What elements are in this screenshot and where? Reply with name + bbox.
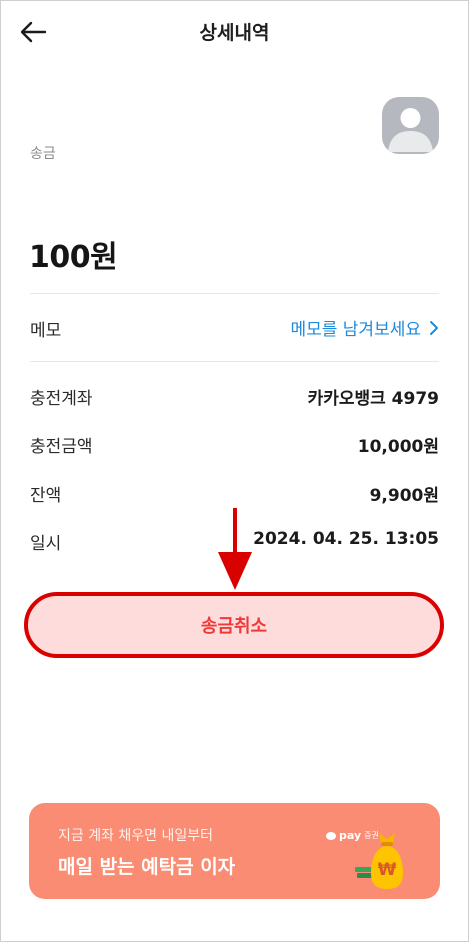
detail-value: 카카오뱅크 4979	[307, 389, 439, 409]
transaction-amount: 100원	[29, 240, 118, 275]
detail-row: 잔액 9,900원	[30, 477, 439, 507]
annotation-arrow-icon	[218, 508, 252, 590]
detail-label: 잔액	[30, 486, 62, 506]
divider	[30, 293, 439, 294]
detail-value: 2024. 04. 25. 13:05	[253, 529, 439, 549]
memo-link[interactable]: 메모를 남겨보세요	[290, 315, 439, 340]
avatar	[382, 97, 439, 154]
detail-row: 충전금액 10,000원	[30, 428, 439, 458]
page-title: 상세내역	[199, 22, 270, 44]
banner-subtitle: 지금 계좌 채우면 내일부터	[58, 828, 214, 844]
memo-link-label: 메모를 남겨보세요	[290, 320, 421, 340]
chevron-right-icon	[430, 320, 438, 335]
detail-label: 충전금액	[30, 437, 93, 457]
cancel-transfer-button[interactable]: 송금취소	[24, 592, 444, 658]
banner-title: 매일 받는 예탁금 이자	[58, 856, 236, 878]
memo-row: 메모 메모를 남겨보세요	[30, 312, 439, 342]
detail-value: 10,000원	[357, 437, 439, 457]
divider	[30, 361, 439, 362]
detail-label: 충전계좌	[30, 389, 93, 409]
money-bag-icon: ₩	[355, 833, 403, 889]
detail-label: 일시	[30, 534, 62, 554]
svg-text:₩: ₩	[378, 860, 397, 880]
transaction-type: 송금	[30, 146, 56, 162]
promo-banner[interactable]: 지금 계좌 채우면 내일부터 매일 받는 예탁금 이자 pay 증권 ₩	[29, 803, 440, 899]
detail-value: 9,900원	[369, 486, 439, 506]
header: 상세내역	[0, 0, 469, 64]
cancel-transfer-label: 송금취소	[200, 616, 268, 637]
memo-label: 메모	[30, 321, 62, 341]
person-icon	[388, 108, 433, 152]
detail-row: 충전계좌 카카오뱅크 4979	[30, 380, 439, 410]
speech-bubble-icon	[326, 831, 336, 840]
